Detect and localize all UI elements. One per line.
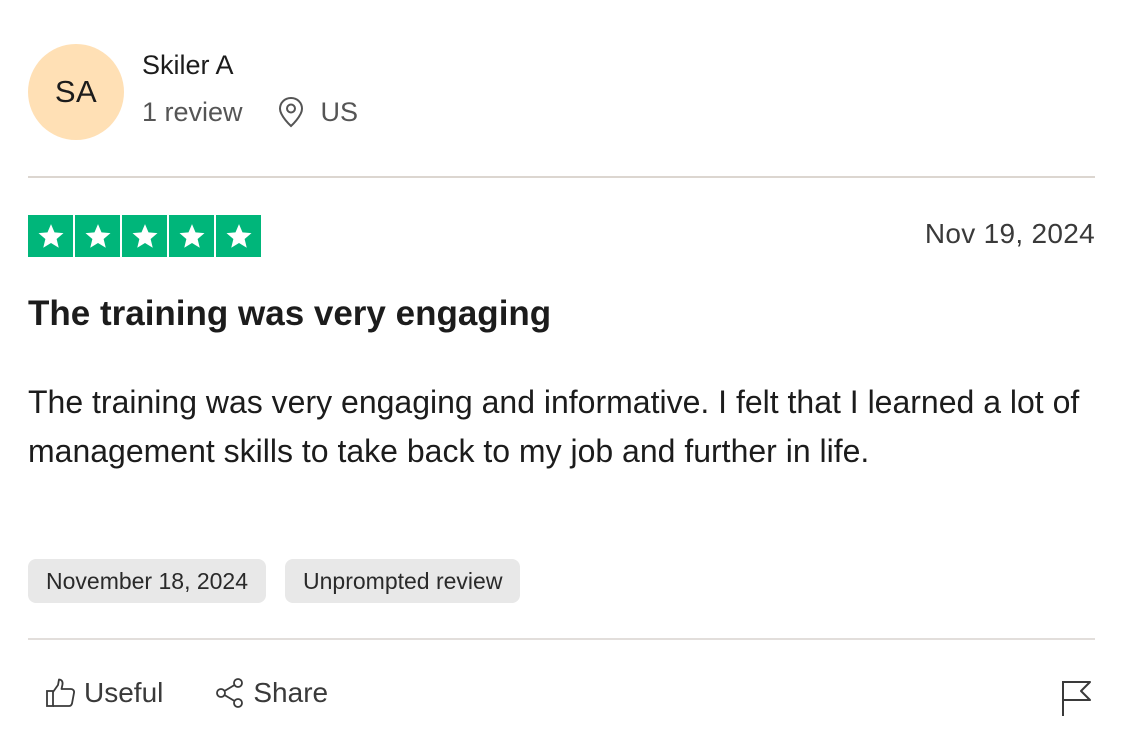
review-date: Nov 19, 2024 <box>924 218 1095 249</box>
star-icon <box>28 215 73 257</box>
share-button[interactable]: Share <box>213 676 328 710</box>
star-icon <box>169 215 214 257</box>
share-label: Share <box>253 677 329 708</box>
star-icon <box>216 215 261 257</box>
flag-icon <box>1059 681 1095 722</box>
review-title[interactable]: The training was very engaging <box>28 294 551 334</box>
star-icon <box>75 215 120 257</box>
share-icon <box>213 676 247 710</box>
footer-divider <box>28 638 1095 640</box>
review-actions: Useful Share <box>44 676 328 710</box>
header-divider <box>28 176 1095 178</box>
avatar-initials: SA <box>54 74 98 109</box>
useful-label: Useful <box>84 677 164 708</box>
reviewer-name[interactable]: Skiler A <box>142 50 234 81</box>
review-card: SA Skiler A 1 review US Nov 19, 2024 The… <box>28 0 1095 740</box>
reviewer-meta: 1 review US <box>142 96 358 128</box>
review-body: The training was very engaging and infor… <box>28 384 1080 469</box>
experience-date-badge: November 18, 2024 <box>28 559 267 603</box>
report-button[interactable] <box>1059 678 1095 718</box>
star-rating <box>28 215 261 257</box>
avatar[interactable]: SA <box>28 44 124 140</box>
star-icon <box>122 215 167 257</box>
useful-button[interactable]: Useful <box>44 676 163 710</box>
thumbs-up-icon <box>44 676 78 710</box>
map-pin-icon <box>277 96 305 128</box>
review-count: 1 review <box>142 96 243 127</box>
reviewer-country: US <box>320 96 359 127</box>
review-tags: November 18, 2024 Unprompted review <box>28 559 521 603</box>
unprompted-review-badge[interactable]: Unprompted review <box>285 559 521 603</box>
